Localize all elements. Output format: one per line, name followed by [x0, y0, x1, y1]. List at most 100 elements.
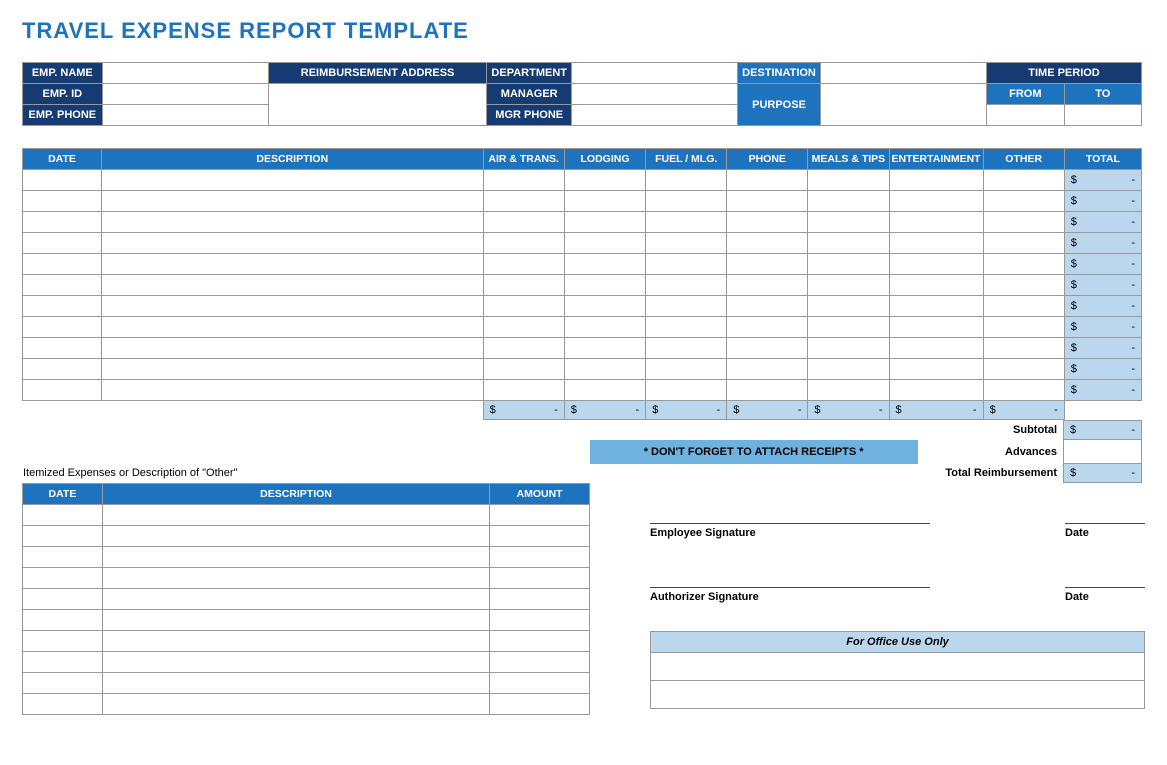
- expense-cell[interactable]: [808, 380, 889, 401]
- expense-cell[interactable]: [483, 359, 564, 380]
- itemized-cell[interactable]: [23, 526, 103, 547]
- itemized-cell[interactable]: [490, 673, 590, 694]
- itemized-cell[interactable]: [490, 568, 590, 589]
- expense-cell[interactable]: [483, 338, 564, 359]
- expense-cell[interactable]: [646, 317, 727, 338]
- expense-cell[interactable]: [23, 254, 102, 275]
- expense-cell[interactable]: [23, 296, 102, 317]
- expense-cell[interactable]: [727, 254, 808, 275]
- signature-authorizer[interactable]: Authorizer Signature: [650, 587, 930, 603]
- expense-cell[interactable]: [727, 380, 808, 401]
- itemized-cell[interactable]: [23, 631, 103, 652]
- expense-cell[interactable]: [102, 212, 484, 233]
- itemized-cell[interactable]: [102, 631, 489, 652]
- itemized-cell[interactable]: [102, 610, 489, 631]
- itemized-cell[interactable]: [490, 589, 590, 610]
- expense-cell[interactable]: [889, 359, 983, 380]
- expense-cell[interactable]: [983, 338, 1064, 359]
- expense-cell[interactable]: [889, 317, 983, 338]
- expense-cell[interactable]: [983, 296, 1064, 317]
- expense-cell[interactable]: [808, 296, 889, 317]
- expense-cell[interactable]: [23, 275, 102, 296]
- expense-cell[interactable]: [102, 254, 484, 275]
- expense-cell[interactable]: [483, 380, 564, 401]
- expense-cell[interactable]: [983, 233, 1064, 254]
- office-use-row[interactable]: [651, 653, 1145, 681]
- expense-cell[interactable]: [646, 254, 727, 275]
- expense-cell[interactable]: [102, 338, 484, 359]
- itemized-cell[interactable]: [102, 505, 489, 526]
- expense-cell[interactable]: [102, 359, 484, 380]
- itemized-cell[interactable]: [23, 547, 103, 568]
- itemized-cell[interactable]: [490, 547, 590, 568]
- expense-cell[interactable]: [564, 254, 645, 275]
- field-department[interactable]: [572, 63, 738, 84]
- expense-cell[interactable]: [564, 317, 645, 338]
- itemized-cell[interactable]: [23, 673, 103, 694]
- expense-cell[interactable]: [889, 338, 983, 359]
- expense-cell[interactable]: [646, 296, 727, 317]
- expense-cell[interactable]: [564, 212, 645, 233]
- signature-authorizer-date[interactable]: Date: [1065, 587, 1145, 603]
- itemized-cell[interactable]: [102, 589, 489, 610]
- itemized-cell[interactable]: [102, 652, 489, 673]
- itemized-cell[interactable]: [102, 526, 489, 547]
- expense-cell[interactable]: [889, 191, 983, 212]
- expense-cell[interactable]: [727, 296, 808, 317]
- expense-cell[interactable]: [983, 170, 1064, 191]
- expense-cell[interactable]: [564, 233, 645, 254]
- expense-cell[interactable]: [808, 317, 889, 338]
- expense-cell[interactable]: [727, 212, 808, 233]
- itemized-cell[interactable]: [490, 526, 590, 547]
- expense-cell[interactable]: [646, 338, 727, 359]
- expense-cell[interactable]: [23, 380, 102, 401]
- expense-cell[interactable]: [564, 380, 645, 401]
- expense-cell[interactable]: [808, 233, 889, 254]
- expense-cell[interactable]: [727, 359, 808, 380]
- expense-cell[interactable]: [808, 359, 889, 380]
- expense-cell[interactable]: [23, 317, 102, 338]
- field-emp-name[interactable]: [102, 63, 268, 84]
- field-emp-id[interactable]: [102, 84, 268, 105]
- expense-cell[interactable]: [483, 191, 564, 212]
- expense-cell[interactable]: [102, 296, 484, 317]
- itemized-cell[interactable]: [490, 694, 590, 715]
- expense-cell[interactable]: [889, 233, 983, 254]
- field-emp-phone[interactable]: [102, 105, 268, 126]
- expense-cell[interactable]: [983, 380, 1064, 401]
- office-use-row[interactable]: [651, 681, 1145, 709]
- expense-cell[interactable]: [727, 170, 808, 191]
- expense-cell[interactable]: [646, 380, 727, 401]
- expense-cell[interactable]: [23, 338, 102, 359]
- expense-cell[interactable]: [727, 191, 808, 212]
- expense-cell[interactable]: [983, 275, 1064, 296]
- expense-cell[interactable]: [983, 254, 1064, 275]
- itemized-cell[interactable]: [102, 694, 489, 715]
- itemized-cell[interactable]: [490, 505, 590, 526]
- expense-cell[interactable]: [483, 212, 564, 233]
- itemized-cell[interactable]: [490, 631, 590, 652]
- expense-cell[interactable]: [23, 233, 102, 254]
- expense-cell[interactable]: [808, 191, 889, 212]
- expense-cell[interactable]: [889, 170, 983, 191]
- expense-cell[interactable]: [889, 212, 983, 233]
- expense-cell[interactable]: [23, 191, 102, 212]
- itemized-cell[interactable]: [23, 568, 103, 589]
- itemized-cell[interactable]: [102, 547, 489, 568]
- expense-cell[interactable]: [727, 233, 808, 254]
- itemized-cell[interactable]: [490, 610, 590, 631]
- itemized-cell[interactable]: [23, 652, 103, 673]
- expense-cell[interactable]: [102, 317, 484, 338]
- expense-cell[interactable]: [808, 212, 889, 233]
- itemized-cell[interactable]: [102, 673, 489, 694]
- expense-cell[interactable]: [808, 170, 889, 191]
- expense-cell[interactable]: [102, 380, 484, 401]
- field-purpose[interactable]: [820, 84, 986, 126]
- expense-cell[interactable]: [102, 275, 484, 296]
- expense-cell[interactable]: [564, 170, 645, 191]
- expense-cell[interactable]: [646, 359, 727, 380]
- expense-cell[interactable]: [483, 170, 564, 191]
- expense-cell[interactable]: [808, 338, 889, 359]
- field-manager[interactable]: [572, 84, 738, 105]
- signature-employee[interactable]: Employee Signature: [650, 523, 930, 539]
